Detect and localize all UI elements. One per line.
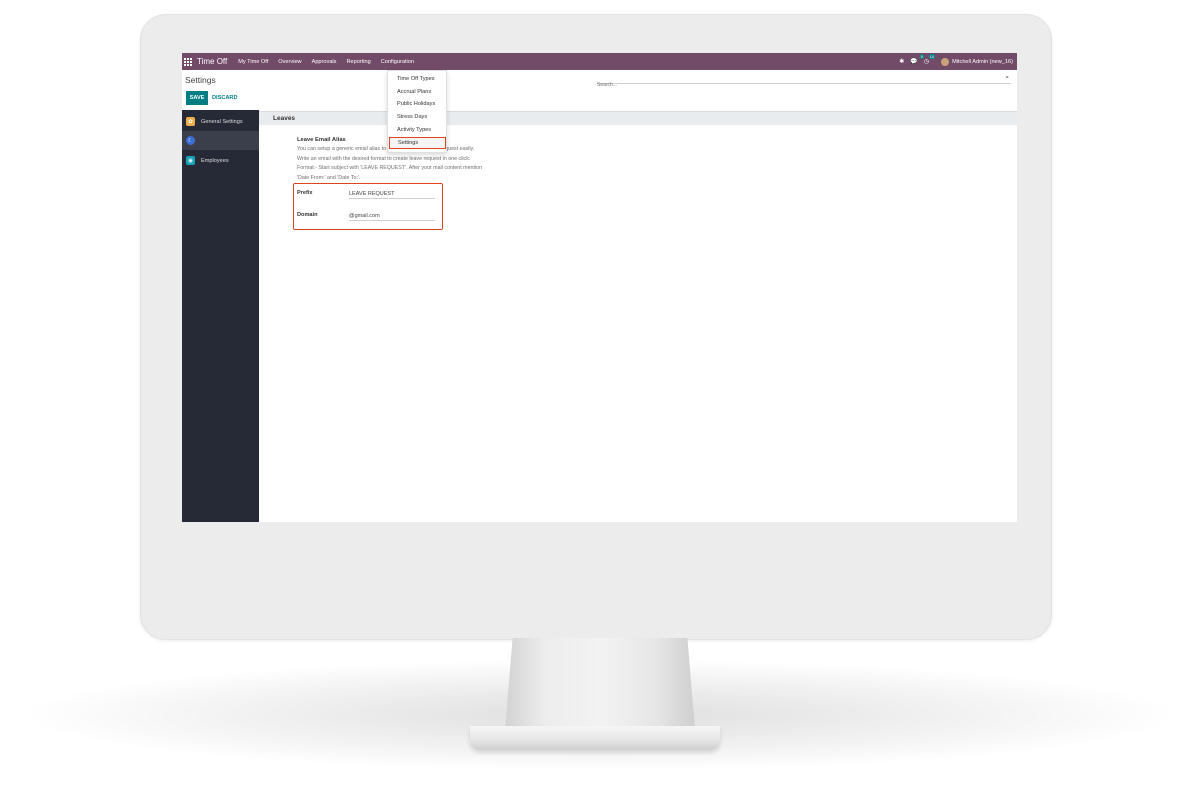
menu-item-settings[interactable]: Settings <box>389 137 446 149</box>
user-avatar[interactable] <box>941 57 950 66</box>
sidebar-item-label: General Settings <box>201 118 243 125</box>
user-menu[interactable]: Mitchell Admin (new_16) <box>952 59 1013 65</box>
menu-item-public-holidays[interactable]: Public Holidays <box>397 101 435 107</box>
top-navbar: Time Off My Time Off Overview Approvals … <box>182 53 1017 70</box>
navbar-systray: ✱ 💬 5 ◷ 10 Mitchell Admin (new_16) <box>899 53 1013 70</box>
prefix-label: Prefix <box>297 190 313 196</box>
menu-overview[interactable]: Overview <box>278 59 301 65</box>
discard-button[interactable]: DISCARD <box>212 91 237 105</box>
search-input[interactable] <box>597 80 977 90</box>
messages-icon[interactable]: 💬 5 <box>910 54 924 65</box>
sidebar-item-label: Employees <box>201 157 229 164</box>
settings-content: Leaves Leave Email Alias You can setup a… <box>259 110 1017 522</box>
menu-item-stress-days[interactable]: Stress Days <box>397 114 427 120</box>
configuration-dropdown: Time Off Types Accrual Plans Public Holi… <box>387 70 447 153</box>
menu-approvals[interactable]: Approvals <box>312 59 337 65</box>
search-bar: ⌕ <box>597 73 1011 90</box>
save-button[interactable]: SAVE <box>186 91 208 105</box>
sidebar-item-employees[interactable]: ◉ Employees <box>182 151 259 170</box>
employees-icon: ◉ <box>186 156 195 165</box>
monitor-stand-neck <box>505 638 695 730</box>
menu-configuration[interactable]: Configuration <box>381 59 414 65</box>
sidebar-item-time-off[interactable]: ☾ <box>182 131 259 150</box>
menu-item-time-off-types[interactable]: Time Off Types <box>397 76 435 82</box>
settings-sidebar: ✿ General Settings ☾ ◉ Employees <box>182 110 259 522</box>
time-off-icon: ☾ <box>186 136 195 145</box>
setting-title: Leave Email Alias <box>297 137 346 143</box>
bug-icon[interactable]: ✱ <box>899 58 904 65</box>
prefix-input[interactable] <box>349 189 435 199</box>
sidebar-item-general-settings[interactable]: ✿ General Settings <box>182 112 259 131</box>
activities-icon[interactable]: ◷ 10 <box>924 54 936 65</box>
menu-item-accrual-plans[interactable]: Accrual Plans <box>397 89 431 95</box>
app-name[interactable]: Time Off <box>197 57 227 66</box>
menu-my-time-off[interactable]: My Time Off <box>238 59 268 65</box>
menu-item-activity-types[interactable]: Activity Types <box>397 127 431 133</box>
section-title: Leaves <box>273 115 296 122</box>
domain-input[interactable] <box>349 211 435 221</box>
control-panel: Settings SAVE DISCARD ⌕ <box>182 70 1017 110</box>
page-title: Settings <box>185 75 216 85</box>
section-header: Leaves <box>259 111 1017 125</box>
apps-grid-icon[interactable] <box>184 57 192 66</box>
app-screen: Time Off My Time Off Overview Approvals … <box>182 53 1017 522</box>
activities-badge: 10 <box>928 54 936 59</box>
search-icon[interactable]: ⌕ <box>1005 74 1009 82</box>
domain-label: Domain <box>297 212 318 218</box>
menu-reporting[interactable]: Reporting <box>346 59 370 65</box>
gear-icon: ✿ <box>186 117 195 126</box>
monitor-stand-base <box>470 726 720 750</box>
